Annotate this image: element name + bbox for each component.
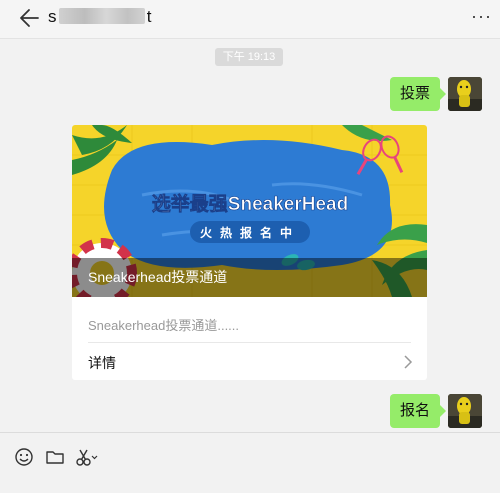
chat-title: st bbox=[48, 7, 152, 27]
message-timestamp: 下午 19:13 bbox=[215, 48, 283, 66]
banner-tagline: 火热报名中 bbox=[200, 225, 300, 240]
scissors-icon[interactable] bbox=[75, 447, 99, 467]
message-bubble-vote[interactable]: 投票 bbox=[390, 77, 447, 111]
banner-caption: Sneakerhead投票通道 bbox=[72, 258, 427, 297]
chevron-right-icon bbox=[404, 355, 413, 369]
folder-icon[interactable] bbox=[45, 447, 65, 467]
card-detail-label: 详情 bbox=[88, 355, 116, 371]
emoji-icon[interactable] bbox=[14, 447, 34, 467]
banner-headline: 选举最强SneakerHead bbox=[152, 192, 348, 215]
redacted-name bbox=[58, 8, 145, 24]
card-description: Sneakerhead投票通道...... bbox=[88, 318, 240, 333]
card-divider bbox=[88, 342, 411, 343]
back-arrow-icon[interactable] bbox=[18, 7, 40, 29]
input-toolbar bbox=[0, 432, 500, 493]
message-bubble-signup[interactable]: 报名 bbox=[390, 394, 447, 428]
avatar[interactable] bbox=[448, 394, 482, 428]
link-card[interactable]: 选举最强SneakerHead 火热报名中 Sneakerhead投票通道 Sn… bbox=[72, 125, 427, 380]
chat-title-prefix: s bbox=[48, 7, 57, 26]
chat-header: st ··· bbox=[0, 0, 500, 39]
chat-title-suffix: t bbox=[146, 7, 152, 26]
more-options-icon[interactable]: ··· bbox=[471, 6, 492, 27]
avatar[interactable] bbox=[448, 77, 482, 111]
